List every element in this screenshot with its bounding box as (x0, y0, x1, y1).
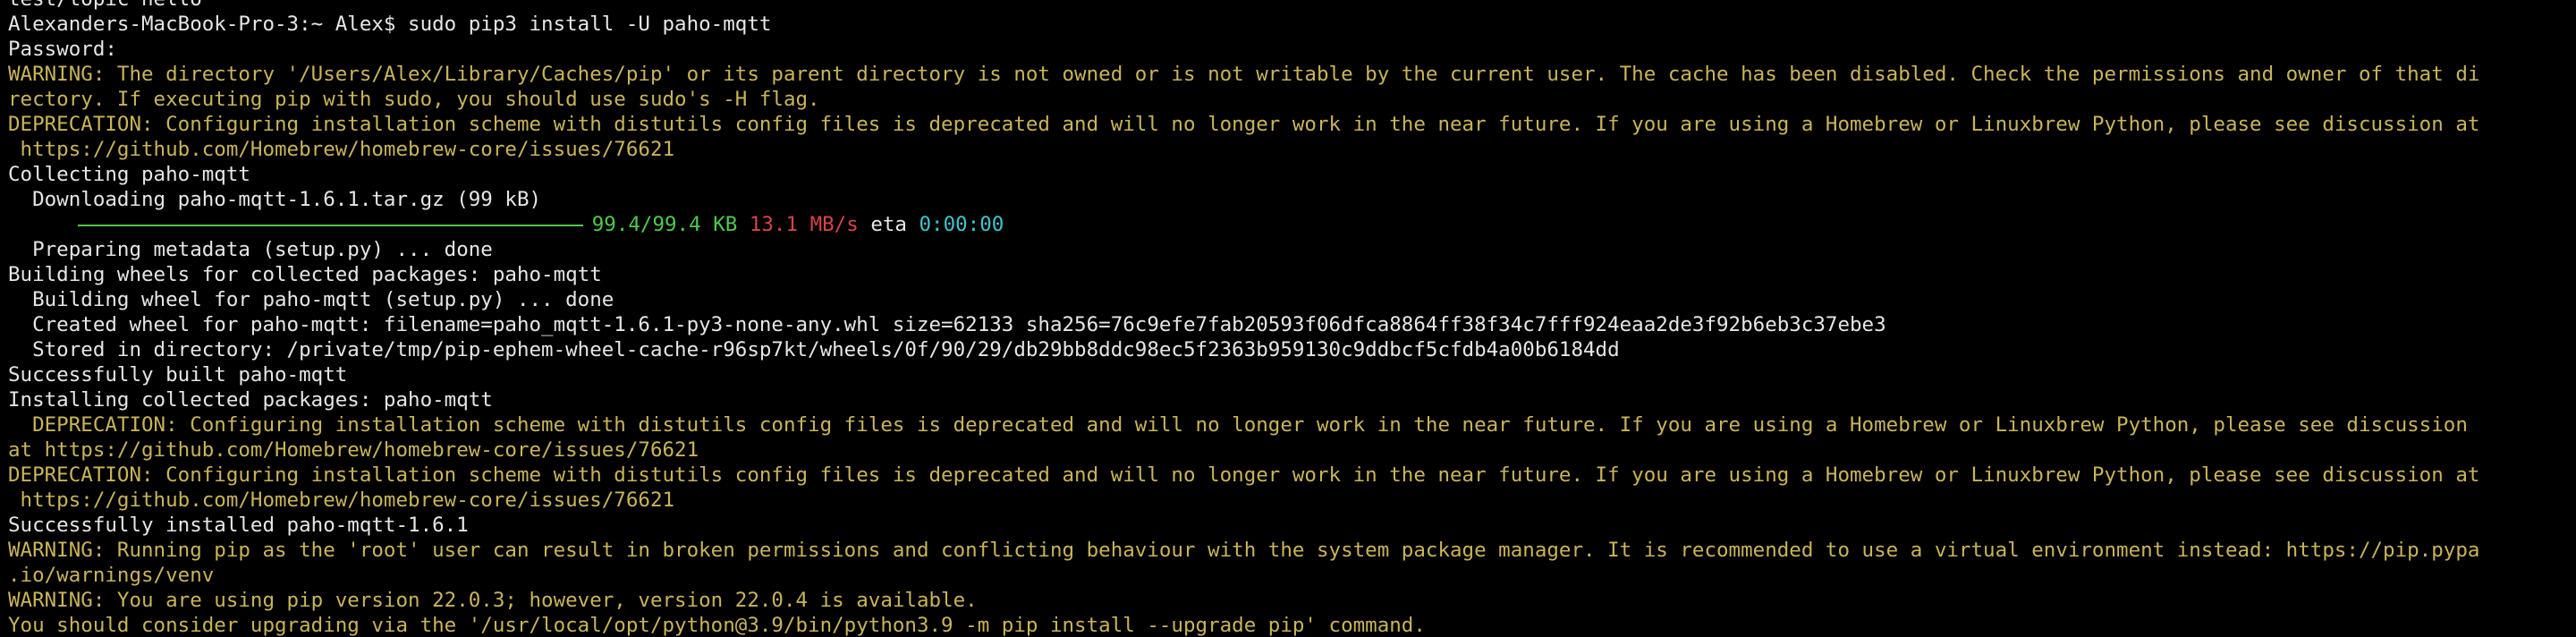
terminal-output: test/topic hello Alexanders-MacBook-Pro-… (8, 0, 2568, 637)
warning-cache-line-1: WARNING: The directory '/Users/Alex/Libr… (8, 63, 2480, 86)
warning-root-line-2: .io/warnings/venv (8, 564, 215, 587)
created-wheel-line: Created wheel for paho-mqtt: filename=pa… (8, 313, 1886, 336)
progress-eta-label: eta (870, 213, 907, 236)
output-line-topic: test/topic hello (8, 0, 2568, 12)
progress-eta: 0:00:00 (919, 213, 1004, 236)
building-wheel-line: Building wheel for paho-mqtt (setup.py) … (8, 288, 614, 311)
upgrade-suggestion-line: You should consider upgrading via the '/… (8, 614, 1426, 637)
download-progress-line: 99.4/99.4 KB 13.1 MB/s eta 0:00:00 (8, 212, 2568, 237)
password-prompt: Password: (8, 38, 117, 61)
stored-directory-line: Stored in directory: /private/tmp/pip-ep… (8, 338, 1620, 361)
building-wheels-line: Building wheels for collected packages: … (8, 263, 602, 286)
warning-cache-line-2: rectory. If executing pip with sudo, you… (8, 88, 820, 111)
successfully-built-line: Successfully built paho-mqtt (8, 363, 348, 386)
downloading-line: Downloading paho-mqtt-1.6.1.tar.gz (99 k… (8, 188, 542, 211)
deprecation-line-4: https://github.com/Homebrew/homebrew-cor… (8, 488, 675, 512)
warning-pip-version-line: WARNING: You are using pip version 22.0.… (8, 589, 978, 612)
collecting-line: Collecting paho-mqtt (8, 163, 250, 186)
progress-bar (77, 224, 583, 226)
deprecation-line-3: DEPRECATION: Configuring installation sc… (8, 463, 2480, 487)
preparing-metadata-line: Preparing metadata (setup.py) ... done (8, 238, 493, 261)
progress-speed: 13.1 MB/s (749, 213, 859, 236)
successfully-installed-line: Successfully installed paho-mqtt-1.6.1 (8, 514, 469, 537)
deprecation-indented-line-2: at https://github.com/Homebrew/homebrew-… (8, 438, 699, 462)
terminal-window[interactable]: test/topic hello Alexanders-MacBook-Pro-… (0, 0, 2576, 637)
deprecation-line-2: https://github.com/Homebrew/homebrew-cor… (8, 138, 675, 161)
command-prompt-line: Alexanders-MacBook-Pro-3:~ Alex$ sudo pi… (8, 13, 772, 36)
installing-packages-line: Installing collected packages: paho-mqtt (8, 388, 493, 412)
deprecation-line-1: DEPRECATION: Configuring installation sc… (8, 113, 2480, 136)
progress-indent (8, 213, 69, 236)
warning-root-line-1: WARNING: Running pip as the 'root' user … (8, 539, 2480, 562)
deprecation-indented-line-1: DEPRECATION: Configuring installation sc… (8, 413, 2468, 437)
progress-size: 99.4/99.4 KB (591, 213, 738, 236)
